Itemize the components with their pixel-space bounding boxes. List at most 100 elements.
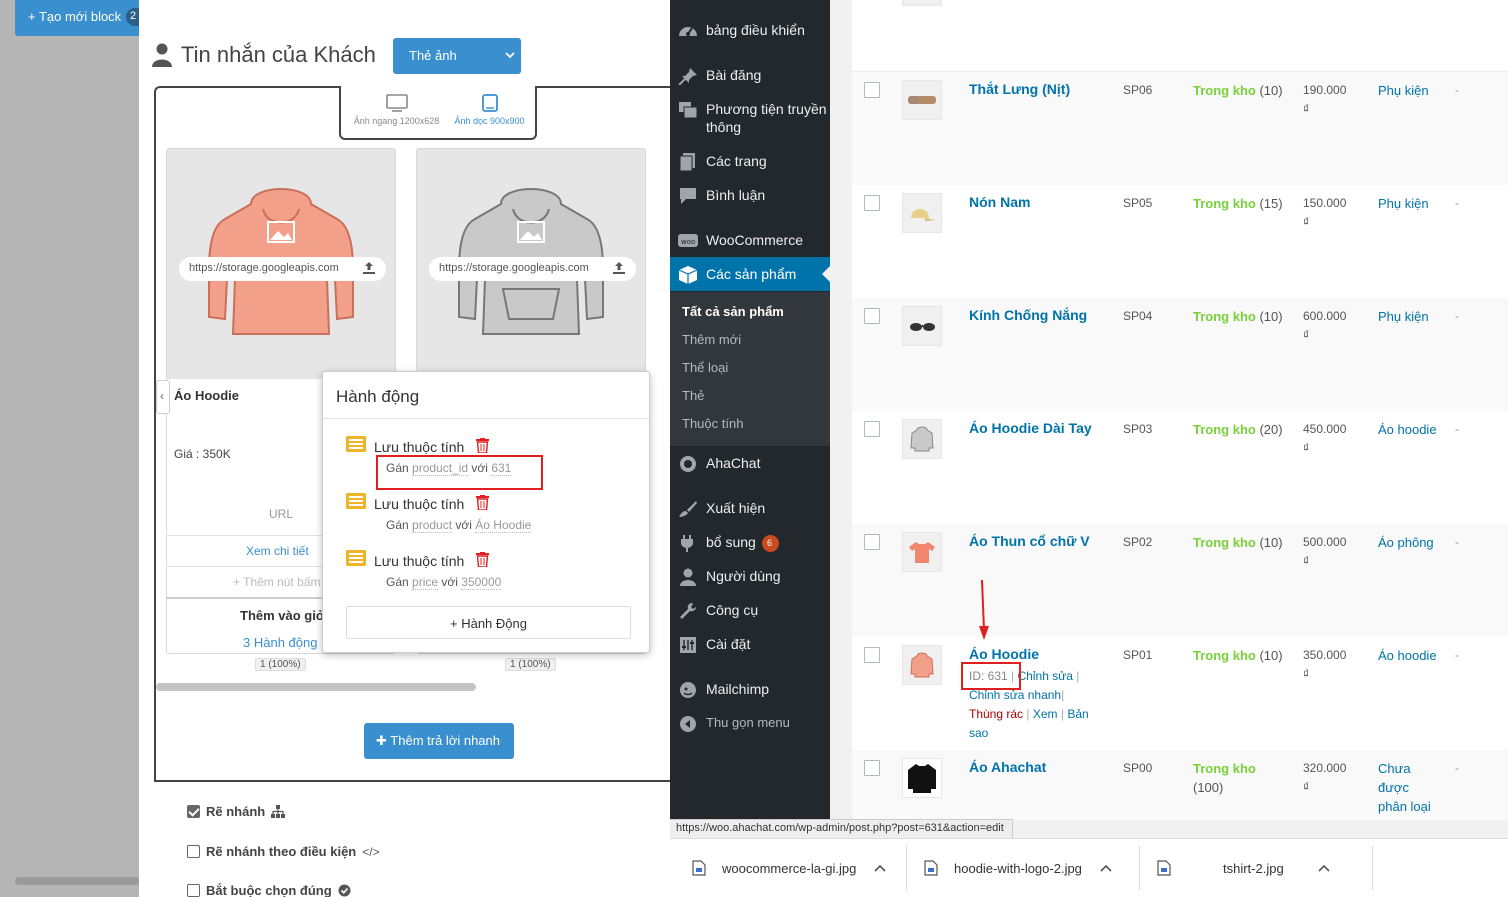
trash-link[interactable]: Thùng rác (969, 707, 1023, 721)
menu-woocommerce[interactable]: woo WooCommerce (670, 231, 830, 250)
product-name-link[interactable]: Áo Hoodie Dài Tay (969, 420, 1092, 436)
row-checkbox[interactable] (864, 760, 880, 776)
branch-checkbox[interactable] (187, 805, 200, 818)
view-link[interactable]: Xem (1033, 707, 1058, 721)
chevron-up-icon[interactable] (1318, 864, 1330, 872)
product-thumbnail[interactable] (902, 645, 942, 685)
stock-label: Trong kho (1193, 761, 1256, 776)
product-category-link[interactable]: Áo phông (1378, 533, 1438, 552)
submenu-categories[interactable]: Thể loại (682, 360, 728, 375)
product-thumbnail[interactable] (902, 419, 942, 459)
row-checkbox[interactable] (864, 534, 880, 550)
action-title[interactable]: Lưu thuộc tính (374, 553, 464, 569)
product-name-link[interactable]: Áo Thun cổ chữ V (969, 533, 1090, 549)
cards-scrollbar[interactable] (156, 683, 476, 691)
image-url-input[interactable]: https://storage.googleapis.com (179, 257, 386, 281)
menu-label: Bài đăng (706, 67, 762, 83)
trash-icon[interactable] (476, 552, 489, 567)
menu-plugins[interactable]: bổ sung (670, 533, 830, 552)
download-item[interactable]: woocommerce-la-gi.jpg (692, 846, 886, 890)
new-block-button[interactable]: + Tạo mới block (15, 0, 143, 36)
option-required-correct[interactable]: Bắt buộc chọn đúng (187, 883, 351, 897)
menu-products[interactable]: Các sản phẩm (670, 265, 830, 284)
orientation-vertical-option[interactable]: Ảnh dọc 900x900 (442, 94, 537, 126)
menu-settings[interactable]: Cài đặt (670, 635, 830, 654)
product-category-link[interactable]: Phụ kiện (1378, 307, 1438, 326)
submenu-all-products[interactable]: Tất cả sản phẩm (682, 304, 784, 319)
product-thumbnail[interactable] (902, 0, 942, 6)
submenu-tags[interactable]: Thẻ (682, 388, 704, 403)
quick-edit-link[interactable]: Chỉnh sửa nhanh (969, 688, 1061, 702)
menu-tools[interactable]: Công cụ (670, 601, 830, 620)
product-tags: - (1455, 761, 1459, 775)
click-rate-badge: 1 (100%) (505, 658, 556, 671)
product-name-link[interactable]: Kính Chống Nắng (969, 307, 1087, 323)
card-subtitle[interactable]: Giá : 350K (174, 447, 231, 461)
submenu-add-new[interactable]: Thêm mới (682, 332, 741, 347)
menu-posts[interactable]: Bài đăng (670, 66, 830, 85)
row-checkbox[interactable] (864, 647, 880, 663)
view-detail-button[interactable]: Xem chi tiết (246, 544, 309, 558)
product-name-link[interactable]: Nón Nam (969, 194, 1030, 210)
product-thumbnail[interactable] (902, 306, 942, 346)
add-action-button[interactable]: + Hành Động (346, 606, 631, 639)
product-category-link[interactable]: Phụ kiện (1378, 194, 1438, 213)
action-title[interactable]: Lưu thuộc tính (374, 496, 464, 512)
action-title[interactable]: Lưu thuộc tính (374, 439, 464, 455)
card-title[interactable]: Áo Hoodie (174, 388, 239, 403)
action-description[interactable]: Gán price với 350000 (386, 575, 502, 590)
trash-icon[interactable] (476, 438, 489, 453)
product-thumbnail[interactable] (902, 193, 942, 233)
menu-comments[interactable]: Bình luận (670, 186, 830, 205)
option-branch[interactable]: Rẽ nhánh (187, 804, 286, 819)
menu-mailchimp[interactable]: Mailchimp (670, 680, 830, 699)
add-quick-reply-button[interactable]: ✚ Thêm trả lời nhanh (364, 723, 514, 759)
product-thumbnail[interactable] (902, 758, 942, 798)
card-url-field[interactable]: URL (269, 507, 293, 521)
product-thumbnail[interactable] (902, 80, 942, 120)
row-checkbox[interactable] (864, 195, 880, 211)
download-item[interactable]: hoodie-with-logo-2.jpg (924, 846, 1112, 890)
card-actions-link[interactable]: 3 Hành động (243, 635, 317, 650)
menu-users[interactable]: Người dùng (670, 567, 830, 586)
card-type-select[interactable]: Thẻ ảnh (393, 38, 521, 74)
product-thumbnail[interactable] (902, 532, 942, 572)
card-image[interactable]: https://storage.googleapis.com (417, 149, 645, 379)
canvas-scrollbar[interactable] (15, 877, 140, 885)
edit-link[interactable]: Chỉnh sửa (1018, 669, 1073, 683)
chevron-up-icon[interactable] (1100, 864, 1112, 872)
product-category-link[interactable]: Áo hoodie (1378, 646, 1438, 665)
menu-collapse[interactable]: Thu gọn menu (670, 714, 830, 733)
menu-dashboard[interactable]: bảng điều khiển (670, 21, 830, 40)
product-category-link[interactable]: Áo hoodie (1378, 420, 1438, 439)
row-checkbox[interactable] (864, 308, 880, 324)
product-name-link[interactable]: Áo Hoodie (969, 646, 1039, 662)
menu-appearance[interactable]: Xuất hiện (670, 499, 830, 518)
product-category-link[interactable]: Phụ kiện (1378, 81, 1438, 100)
conditional-branch-checkbox[interactable] (187, 845, 200, 858)
action-description[interactable]: Gán product với Áo Hoodie (386, 518, 532, 533)
product-price: 500.000 ₫ (1303, 533, 1365, 571)
chevron-up-icon[interactable] (874, 864, 886, 872)
product-name-link[interactable]: Áo Ahachat (969, 759, 1046, 775)
card-prev-arrow[interactable]: ‹ (156, 380, 170, 414)
trash-icon[interactable] (476, 495, 489, 510)
add-to-cart-button[interactable]: Thêm vào giỏ (240, 608, 324, 623)
add-button-link[interactable]: + Thêm nút bấm (233, 575, 321, 589)
menu-media[interactable]: Phương tiện truyền thông (670, 100, 830, 136)
product-category-link[interactable]: Chưa được phân loại (1378, 759, 1438, 816)
card-image[interactable]: https://storage.googleapis.com (167, 149, 395, 379)
option-conditional-branch[interactable]: Rẽ nhánh theo điều kiện </> (187, 844, 380, 859)
row-checkbox[interactable] (864, 421, 880, 437)
product-name-link[interactable]: Thắt Lưng (Nịt) (969, 81, 1070, 97)
download-item[interactable]: tshirt-2.jpg (1157, 846, 1330, 890)
required-checkbox[interactable] (187, 884, 200, 897)
row-checkbox[interactable] (864, 82, 880, 98)
menu-ahachat[interactable]: AhaChat (670, 454, 830, 473)
submenu-attributes[interactable]: Thuộc tính (682, 416, 743, 431)
image-url-input[interactable]: https://storage.googleapis.com (429, 257, 636, 281)
menu-pages[interactable]: Các trang (670, 152, 830, 171)
orientation-horizontal-option[interactable]: Ảnh ngang 1200x628 (349, 94, 444, 126)
upload-icon[interactable] (612, 261, 626, 275)
upload-icon[interactable] (362, 261, 376, 275)
